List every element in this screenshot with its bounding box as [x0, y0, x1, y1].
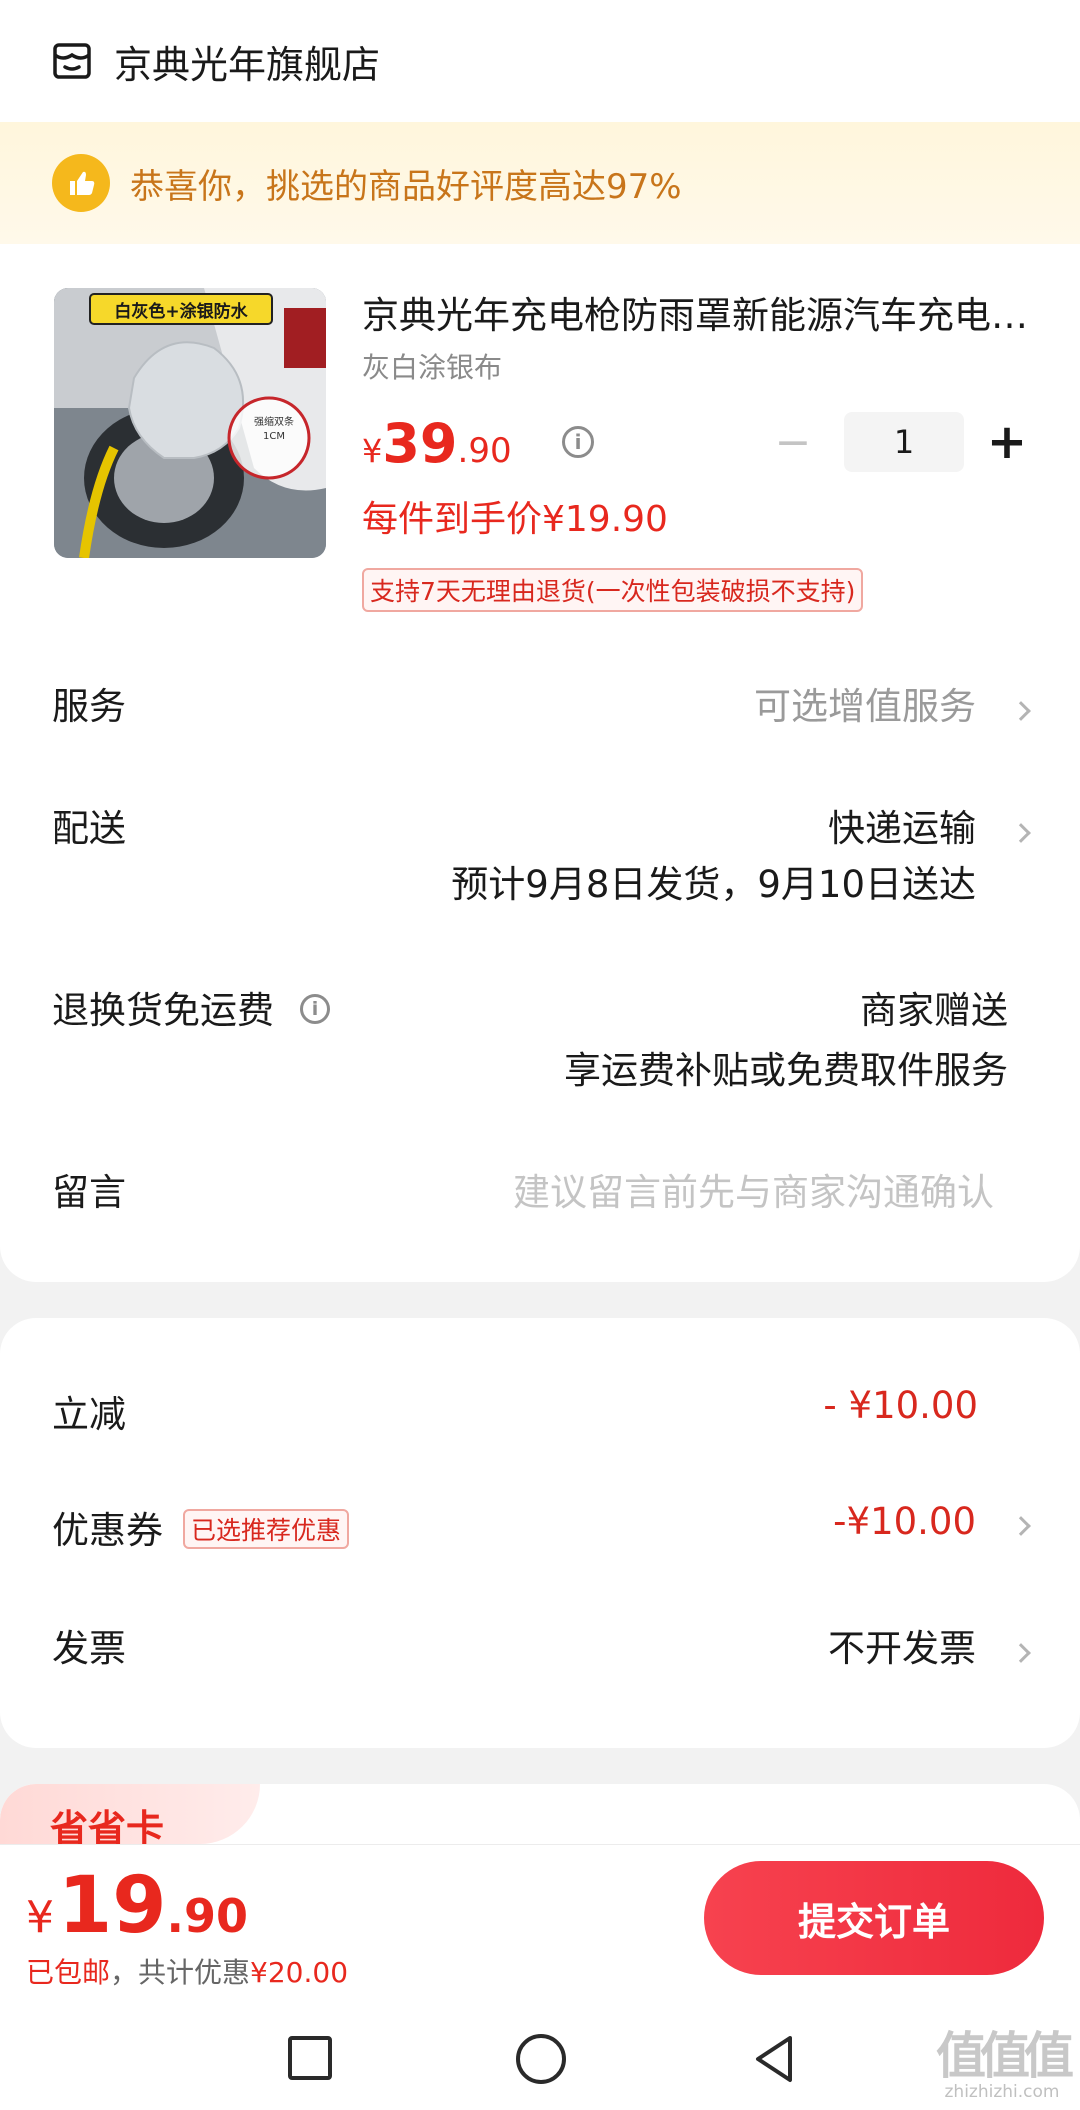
- service-label: 服务: [52, 685, 126, 728]
- instant-discount-row: 立减 - ¥10.00: [52, 1384, 1028, 1444]
- savings-summary: 已包邮，共计优惠¥20.00: [26, 1956, 349, 1989]
- watermark-url: zhizhizhi.com: [944, 2082, 1060, 2102]
- message-row: 留言 建议留言前先与商家沟通确认: [52, 1160, 1028, 1220]
- coupon-label: 优惠券: [52, 1509, 163, 1552]
- price-info-icon[interactable]: i: [562, 426, 594, 458]
- thumbs-up-icon: [52, 154, 110, 212]
- order-card: 京典光年旗舰店 恭喜你，挑选的商品好评度高达97% 白灰色+涂银防水 强缩双条 …: [0, 0, 1080, 1282]
- chevron-right-icon: [1011, 1642, 1031, 1663]
- submit-order-button[interactable]: 提交订单: [704, 1861, 1044, 1975]
- coupon-value: -¥10.00: [833, 1500, 976, 1543]
- invoice-label: 发票: [52, 1627, 126, 1670]
- product-spec[interactable]: 灰白涂银布: [362, 346, 1032, 386]
- message-input[interactable]: 建议留言前先与商家沟通确认: [513, 1162, 994, 1216]
- product-image-label: 白灰色+涂银防水: [114, 301, 248, 322]
- quantity-stepper: − 1 +: [768, 412, 1032, 472]
- product-info: 京典光年充电枪防雨罩新能源汽车充电枪保护套 灰白涂银布 ¥ 39 .90 i −…: [362, 288, 1032, 612]
- triangle-back-icon[interactable]: [748, 2032, 802, 2086]
- instant-discount-value: - ¥10.00: [823, 1384, 978, 1427]
- savings-card[interactable]: 省省卡: [0, 1784, 1080, 1844]
- quantity-value[interactable]: 1: [844, 412, 964, 472]
- instant-discount-label: 立减: [52, 1393, 126, 1436]
- product-image-note: 强缩双条 1CM: [254, 417, 294, 442]
- store-header[interactable]: 京典光年旗舰店: [0, 0, 1080, 122]
- store-name: 京典光年旗舰店: [114, 42, 381, 87]
- chevron-right-icon: [1011, 1515, 1031, 1536]
- info-icon[interactable]: i: [300, 993, 330, 1024]
- coupon-badge: 已选推荐优惠: [183, 1508, 350, 1549]
- delivery-label: 配送: [52, 807, 126, 850]
- rating-banner: 恭喜你，挑选的商品好评度高达97%: [0, 122, 1080, 244]
- unit-price: 每件到手价¥19.90: [362, 499, 668, 540]
- chevron-right-icon: [1011, 700, 1031, 721]
- return-shipping-detail: 享运费补贴或免费取件服务: [564, 1049, 1008, 1092]
- invoice-value: 不开发票: [828, 1627, 976, 1670]
- return-policy-tag: 支持7天无理由退货(一次性包装破损不支持): [362, 568, 864, 612]
- service-row[interactable]: 服务 可选增值服务: [52, 668, 1031, 738]
- coupon-row[interactable]: 优惠券 已选推荐优惠 -¥10.00: [52, 1500, 1031, 1560]
- shipping-note: 已包邮: [26, 1956, 111, 1989]
- square-icon[interactable]: [288, 2036, 332, 2080]
- increase-button[interactable]: +: [982, 412, 1032, 472]
- circle-icon[interactable]: [516, 2034, 566, 2084]
- store-icon: [53, 43, 91, 79]
- banner-text: 恭喜你，挑选的商品好评度高达97%: [130, 166, 682, 207]
- product-item: 白灰色+涂银防水 强缩双条 1CM 京典光年充电枪防雨罩新能源汽车充电枪保护套 …: [52, 288, 1032, 618]
- system-nav-bar: 值值值 zhizhizhi.com: [0, 2006, 1080, 2110]
- return-shipping-row: 退换货免运费 i 商家赠送 享运费补贴或免费取件服务: [52, 972, 1028, 1092]
- total-price: ¥ 19 .90: [26, 1861, 249, 1951]
- delivery-method: 快递运输: [828, 807, 976, 850]
- product-price: ¥ 39 .90: [362, 412, 512, 475]
- savings-prefix: 共计优惠: [138, 1956, 251, 1989]
- savings-card-label: 省省卡: [0, 1784, 260, 1844]
- discounts-card: 立减 - ¥10.00 优惠券 已选推荐优惠 -¥10.00 发票 不开发票: [0, 1318, 1080, 1748]
- return-shipping-label: 退换货免运费: [52, 989, 274, 1032]
- watermark-logo: 值值值: [936, 2027, 1074, 2085]
- delivery-eta: 预计9月8日发货，9月10日送达: [451, 863, 976, 906]
- product-image[interactable]: 白灰色+涂银防水 强缩双条 1CM: [54, 288, 326, 558]
- product-title[interactable]: 京典光年充电枪防雨罩新能源汽车充电枪保护套: [362, 288, 1032, 344]
- checkout-bar: ¥ 19 .90 已包邮，共计优惠¥20.00 提交订单: [0, 1844, 1080, 2006]
- return-shipping-value: 商家赠送: [860, 989, 1008, 1032]
- watermark: 值值值 zhizhizhi.com: [936, 2016, 1074, 2102]
- invoice-row[interactable]: 发票 不开发票: [52, 1618, 1031, 1678]
- delivery-row[interactable]: 配送 快递运输 预计9月8日发货，9月10日送达: [52, 790, 1031, 910]
- service-value: 可选增值服务: [754, 685, 976, 728]
- order-confirmation-page: 京典光年旗舰店 恭喜你，挑选的商品好评度高达97% 白灰色+涂银防水 强缩双条 …: [0, 0, 1080, 2110]
- message-label: 留言: [52, 1171, 126, 1214]
- chevron-right-icon: [1011, 822, 1031, 843]
- decrease-button[interactable]: −: [768, 412, 818, 472]
- savings-value: ¥20.00: [250, 1956, 349, 1989]
